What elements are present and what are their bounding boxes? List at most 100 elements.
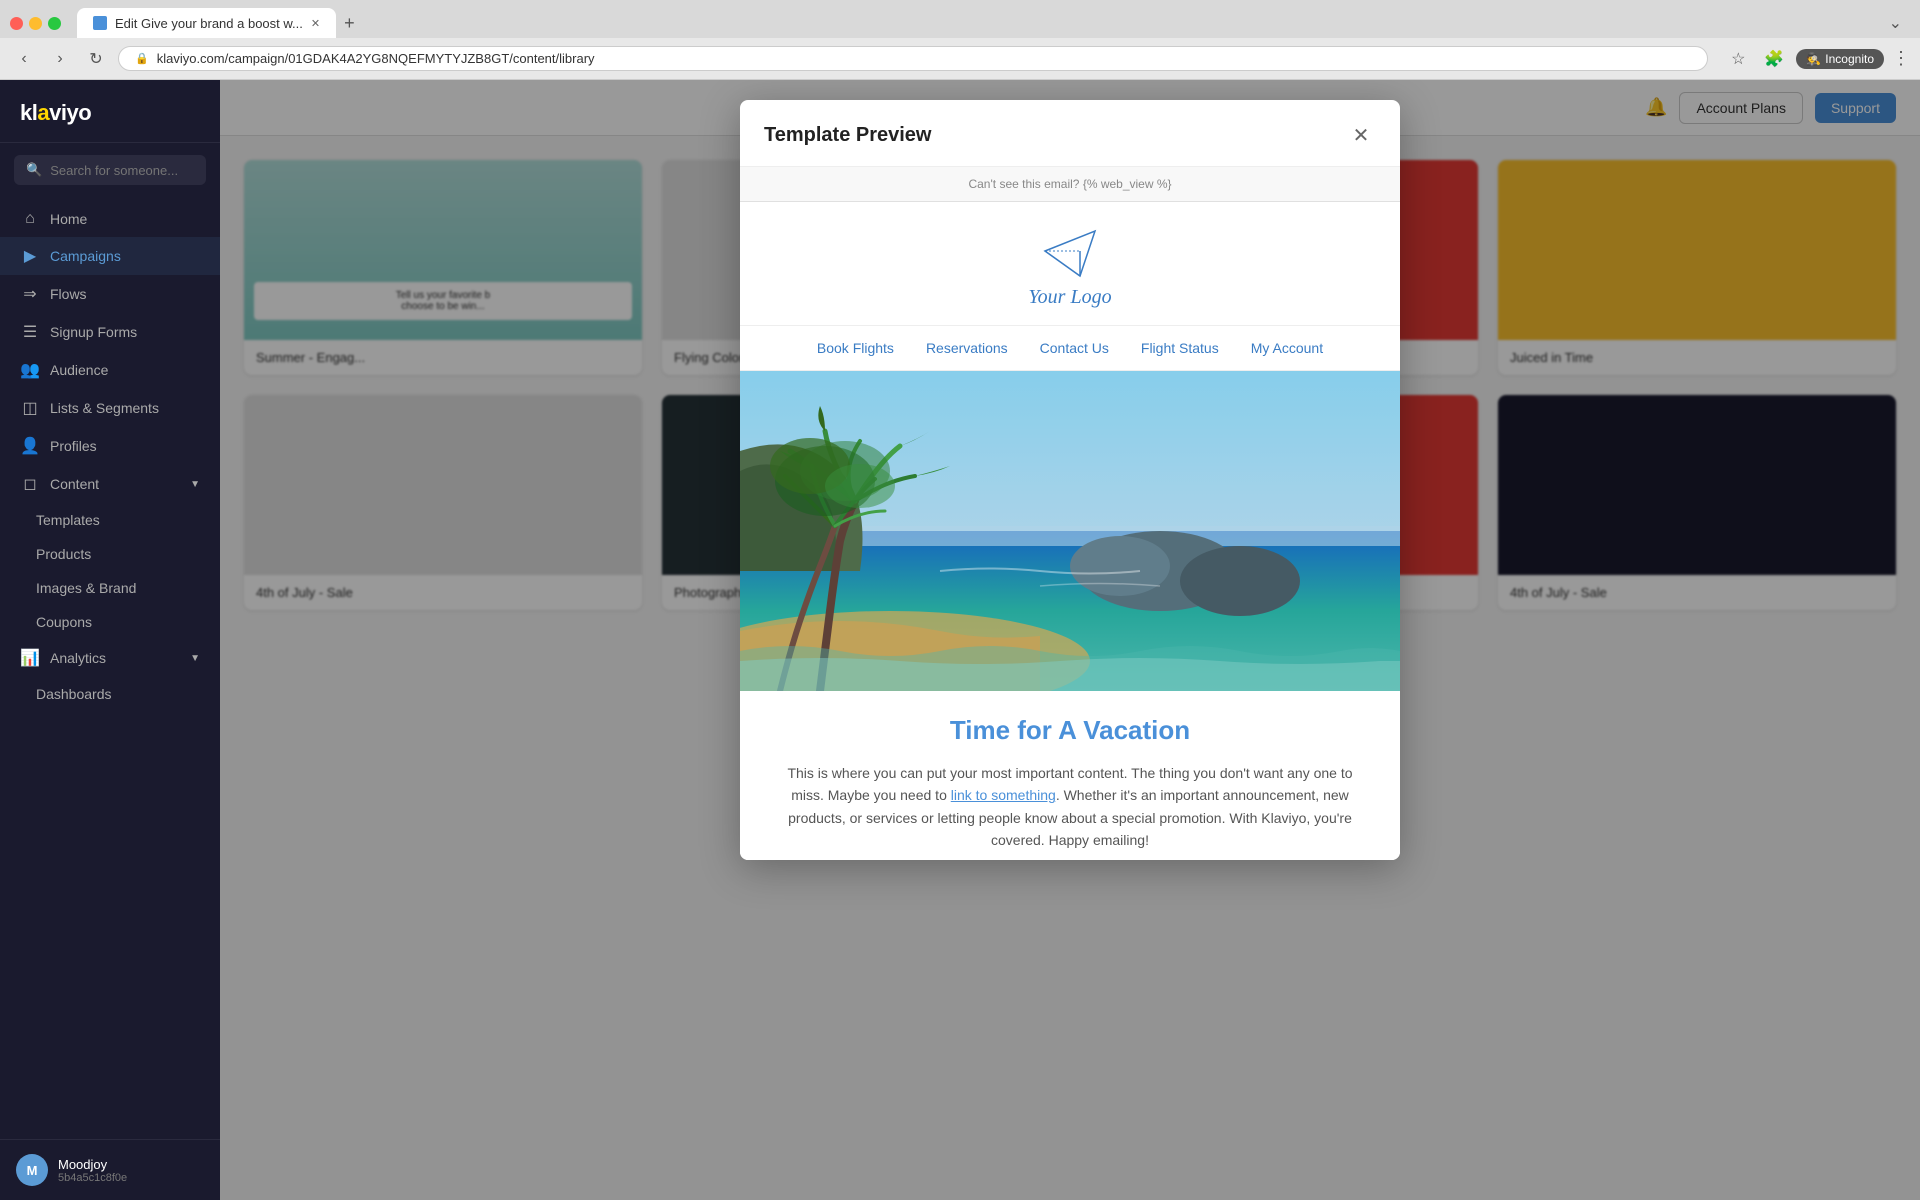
email-body-text: This is where you can put your most impo… (772, 762, 1368, 852)
close-window-button[interactable] (10, 17, 23, 30)
sidebar-item-templates[interactable]: Templates (0, 503, 220, 537)
sidebar-item-home[interactable]: ⌂ Home (0, 201, 220, 237)
refresh-button[interactable]: ↻ (82, 45, 110, 73)
email-nav: Book Flights Reservations Contact Us Fli… (740, 326, 1400, 371)
tab-list-button[interactable]: ⌄ (1889, 13, 1902, 33)
sidebar-item-campaigns[interactable]: ▶ Campaigns (0, 237, 220, 275)
email-nav-reservations[interactable]: Reservations (926, 340, 1008, 356)
lock-icon: 🔒 (135, 52, 149, 65)
address-text: klaviyo.com/campaign/01GDAK4A2YG8NQEFMYT… (157, 51, 595, 66)
preview-outer-band: Can't see this email? {% web_view %} (740, 167, 1400, 202)
incognito-label: Incognito (1825, 52, 1874, 66)
extension-button[interactable]: 🧩 (1760, 45, 1788, 73)
user-id: 5b4a5c1c8f0e (58, 1172, 204, 1184)
sidebar-label-audience: Audience (50, 362, 108, 378)
search-icon: 🔍 (26, 162, 42, 178)
sidebar-item-content[interactable]: ◻ Content ▼ (0, 465, 220, 503)
address-bar-row: ‹ › ↻ 🔒 klaviyo.com/campaign/01GDAK4A2YG… (0, 38, 1920, 79)
modal-close-button[interactable]: ✕ (1346, 120, 1376, 150)
email-logo-section: Your Logo (740, 202, 1400, 326)
tab-close-button[interactable]: ✕ (311, 17, 320, 30)
audience-icon: 👥 (20, 360, 40, 380)
modal-body[interactable]: Can't see this email? {% web_view %} (740, 167, 1400, 860)
close-icon: ✕ (1353, 123, 1370, 148)
sidebar-item-flows[interactable]: ⇒ Flows (0, 275, 220, 313)
content-icon: ◻ (20, 474, 40, 494)
sidebar-item-lists-segments[interactable]: ◫ Lists & Segments (0, 389, 220, 427)
home-icon: ⌂ (20, 210, 40, 228)
sidebar-nav: ⌂ Home ▶ Campaigns ⇒ Flows ☰ Signup Form… (0, 197, 220, 1139)
sidebar-footer: M Moodjoy 5b4a5c1c8f0e (0, 1139, 220, 1200)
user-name: Moodjoy (58, 1157, 204, 1172)
maximize-window-button[interactable] (48, 17, 61, 30)
content-arrow-icon: ▼ (190, 479, 200, 490)
sidebar-logo-area: klaviyo (0, 80, 220, 143)
sidebar-label-campaigns: Campaigns (50, 248, 121, 264)
sidebar-item-profiles[interactable]: 👤 Profiles (0, 427, 220, 465)
new-tab-button[interactable]: + (344, 13, 355, 34)
email-hero-image (740, 371, 1400, 691)
email-nav-flight-status[interactable]: Flight Status (1141, 340, 1219, 356)
bookmark-button[interactable]: ☆ (1724, 45, 1752, 73)
minimize-window-button[interactable] (29, 17, 42, 30)
sidebar-item-audience[interactable]: 👥 Audience (0, 351, 220, 389)
sidebar-label-profiles: Profiles (50, 438, 97, 454)
browser-actions: ☆ 🧩 🕵 Incognito ⋮ (1724, 45, 1910, 73)
window-controls (10, 17, 61, 30)
sidebar-label-signup-forms: Signup Forms (50, 324, 137, 340)
email-logo-text: Your Logo (760, 286, 1380, 309)
email-nav-my-account[interactable]: My Account (1251, 340, 1323, 356)
sidebar-label-images-brand: Images & Brand (36, 580, 136, 596)
hero-scene-svg (740, 371, 1400, 691)
sidebar-item-dashboards[interactable]: Dashboards (0, 677, 220, 711)
sidebar-item-signup-forms[interactable]: ☰ Signup Forms (0, 313, 220, 351)
tab-favicon (93, 16, 107, 30)
sidebar: klaviyo 🔍 ⌂ Home ▶ Campaigns ⇒ Flows ☰ S… (0, 80, 220, 1200)
sidebar-search-container[interactable]: 🔍 (14, 155, 206, 185)
active-tab[interactable]: Edit Give your brand a boost w... ✕ (77, 8, 336, 38)
email-preview: Your Logo Book Flights Reservations Cont… (740, 202, 1400, 860)
webview-bar: Can't see this email? {% web_view %} (740, 167, 1400, 202)
app-layout: klaviyo 🔍 ⌂ Home ▶ Campaigns ⇒ Flows ☰ S… (0, 80, 1920, 1200)
user-profile-row[interactable]: M Moodjoy 5b4a5c1c8f0e (16, 1154, 204, 1186)
avatar: M (16, 1154, 48, 1186)
email-nav-book-flights[interactable]: Book Flights (817, 340, 894, 356)
sidebar-label-coupons: Coupons (36, 614, 92, 630)
profiles-icon: 👤 (20, 436, 40, 456)
analytics-arrow-icon: ▼ (190, 653, 200, 664)
user-info: Moodjoy 5b4a5c1c8f0e (58, 1157, 204, 1184)
sidebar-label-home: Home (50, 211, 87, 227)
main-content: 🔔 Account Plans Support Tell us your fav… (220, 80, 1920, 1200)
signup-forms-icon: ☰ (20, 322, 40, 342)
klaviyo-logo: klaviyo (20, 100, 200, 126)
incognito-button[interactable]: 🕵 Incognito (1796, 49, 1884, 69)
tab-bar: Edit Give your brand a boost w... ✕ + ⌄ (0, 0, 1920, 38)
analytics-icon: 📊 (20, 648, 40, 668)
browser-menu-button[interactable]: ⋮ (1892, 48, 1910, 69)
template-preview-modal: Template Preview ✕ Can't see this email?… (740, 100, 1400, 860)
email-link[interactable]: link to something (951, 787, 1056, 803)
modal-header: Template Preview ✕ (740, 100, 1400, 167)
flows-icon: ⇒ (20, 284, 40, 304)
tab-title: Edit Give your brand a boost w... (115, 16, 303, 31)
address-bar[interactable]: 🔒 klaviyo.com/campaign/01GDAK4A2YG8NQEFM… (118, 46, 1708, 71)
sidebar-item-analytics[interactable]: 📊 Analytics ▼ (0, 639, 220, 677)
sidebar-label-flows: Flows (50, 286, 87, 302)
sidebar-label-analytics: Analytics (50, 650, 106, 666)
back-button[interactable]: ‹ (10, 45, 38, 73)
email-body-section: Time for A Vacation This is where you ca… (740, 691, 1400, 860)
forward-button[interactable]: › (46, 45, 74, 73)
incognito-icon: 🕵 (1806, 52, 1821, 66)
search-input[interactable] (50, 163, 194, 178)
lists-icon: ◫ (20, 398, 40, 418)
sidebar-item-coupons[interactable]: Coupons (0, 605, 220, 639)
sidebar-item-images-brand[interactable]: Images & Brand (0, 571, 220, 605)
campaigns-icon: ▶ (20, 246, 40, 266)
sidebar-label-content: Content (50, 476, 99, 492)
modal-overlay[interactable]: Template Preview ✕ Can't see this email?… (220, 80, 1920, 1200)
sidebar-item-products[interactable]: Products (0, 537, 220, 571)
email-nav-contact-us[interactable]: Contact Us (1040, 340, 1109, 356)
browser-chrome: Edit Give your brand a boost w... ✕ + ⌄ … (0, 0, 1920, 80)
webview-text: Can't see this email? {% web_view %} (968, 177, 1171, 191)
sidebar-label-products: Products (36, 546, 91, 562)
